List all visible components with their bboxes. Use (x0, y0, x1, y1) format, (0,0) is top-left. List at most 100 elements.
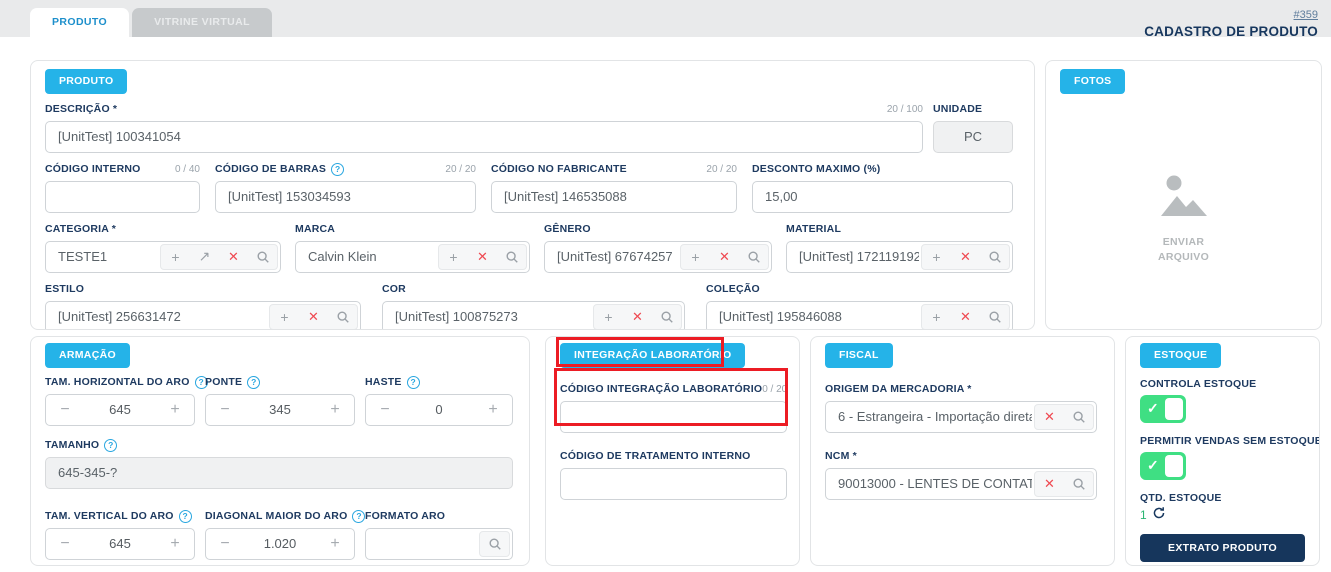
codigo-interno-input[interactable] (45, 181, 200, 213)
upload-dropzone[interactable]: ENVIAR ARQUIVO (1060, 172, 1307, 267)
search-icon[interactable] (739, 245, 768, 269)
clear-icon[interactable]: ✕ (1035, 405, 1064, 429)
search-icon[interactable] (480, 532, 509, 556)
search-icon[interactable] (980, 245, 1009, 269)
search-icon[interactable] (652, 305, 681, 329)
search-icon[interactable] (248, 245, 277, 269)
tam-horizontal-stepper[interactable]: − 645 + (45, 394, 195, 426)
controla-estoque-toggle[interactable]: ✓ (1140, 395, 1186, 423)
refresh-icon[interactable] (1152, 506, 1166, 525)
help-icon[interactable]: ? (179, 510, 192, 523)
genero-value[interactable]: [UnitTest] 67674257 (545, 249, 678, 264)
marca-combo[interactable]: Calvin Klein + ✕ (295, 241, 530, 273)
add-icon[interactable]: + (161, 245, 190, 269)
origem-mercadoria-value[interactable]: 6 - Estrangeira - Importação direta, s..… (826, 409, 1032, 424)
plus-icon[interactable]: + (474, 395, 512, 425)
colecao-value[interactable]: [UnitTest] 195846088 (707, 309, 919, 324)
ponte-stepper[interactable]: − 345 + (205, 394, 355, 426)
diagonal-value[interactable]: 1.020 (244, 529, 316, 559)
minus-icon[interactable]: − (46, 529, 84, 559)
cor-label: COR (382, 283, 406, 295)
categoria-value[interactable]: TESTE1 (46, 249, 158, 264)
clear-icon[interactable]: ✕ (951, 245, 980, 269)
codigo-fabricante-input[interactable] (491, 181, 737, 213)
clear-icon[interactable]: ✕ (468, 245, 497, 269)
minus-icon[interactable]: − (366, 395, 404, 425)
extrato-produto-button[interactable]: EXTRATO PRODUTO (1140, 534, 1305, 562)
help-icon[interactable]: ? (331, 163, 344, 176)
tam-vertical-value[interactable]: 645 (84, 529, 156, 559)
estilo-value[interactable]: [UnitTest] 256631472 (46, 309, 267, 324)
clear-icon[interactable]: ✕ (299, 305, 328, 329)
cor-combo[interactable]: [UnitTest] 100875273 + ✕ (382, 301, 685, 331)
tam-horizontal-value[interactable]: 645 (84, 395, 156, 425)
cor-value[interactable]: [UnitTest] 100875273 (383, 309, 591, 324)
panel-produto: PRODUTO DESCRIÇÃO * 20 / 100 UNIDADE CÓD… (30, 60, 1035, 330)
field-tam-horizontal: TAM. HORIZONTAL DO ARO? − 645 + (45, 375, 195, 426)
codigo-integracao-input[interactable] (560, 401, 787, 433)
search-icon[interactable] (328, 305, 357, 329)
field-codigo-barras: CÓDIGO DE BARRAS ? 20 / 20 (215, 162, 476, 213)
material-combo[interactable]: [UnitTest] 1721191922 + ✕ (786, 241, 1013, 273)
haste-value[interactable]: 0 (404, 395, 474, 425)
clear-icon[interactable]: ✕ (710, 245, 739, 269)
permitir-vendas-toggle[interactable]: ✓ (1140, 452, 1186, 480)
help-icon[interactable]: ? (352, 510, 365, 523)
clear-icon[interactable]: ✕ (219, 245, 248, 269)
formato-aro-combo[interactable] (365, 528, 513, 560)
codigo-barras-input[interactable] (215, 181, 476, 213)
help-icon[interactable]: ? (407, 376, 420, 389)
codigo-tratamento-input[interactable] (560, 468, 787, 500)
desconto-maximo-input[interactable] (752, 181, 1013, 213)
marca-value[interactable]: Calvin Klein (296, 249, 436, 264)
search-icon[interactable] (980, 305, 1009, 329)
search-icon[interactable] (1064, 472, 1093, 496)
help-icon[interactable]: ? (104, 439, 117, 452)
plus-icon[interactable]: + (156, 529, 194, 559)
minus-icon[interactable]: − (206, 395, 244, 425)
field-haste: HASTE? − 0 + (365, 375, 513, 426)
clear-icon[interactable]: ✕ (623, 305, 652, 329)
plus-icon[interactable]: + (156, 395, 194, 425)
haste-label: HASTE (365, 376, 402, 388)
minus-icon[interactable]: − (206, 529, 244, 559)
tam-vertical-stepper[interactable]: − 645 + (45, 528, 195, 560)
clear-icon[interactable]: ✕ (951, 305, 980, 329)
tab-produto[interactable]: PRODUTO (30, 8, 129, 37)
plus-icon[interactable]: + (316, 395, 354, 425)
add-icon[interactable]: + (922, 305, 951, 329)
origem-mercadoria-combo[interactable]: 6 - Estrangeira - Importação direta, s..… (825, 401, 1097, 433)
codigo-fabricante-label: CÓDIGO NO FABRICANTE (491, 163, 627, 175)
diagonal-label: DIAGONAL MAIOR DO ARO (205, 510, 347, 522)
field-tam-vertical: TAM. VERTICAL DO ARO? − 645 + (45, 509, 195, 560)
diagonal-stepper[interactable]: − 1.020 + (205, 528, 355, 560)
plus-icon[interactable]: + (316, 529, 354, 559)
genero-combo[interactable]: [UnitTest] 67674257 + ✕ (544, 241, 772, 273)
add-icon[interactable]: + (681, 245, 710, 269)
categoria-combo[interactable]: TESTE1 + ↗ ✕ (45, 241, 281, 273)
minus-icon[interactable]: − (46, 395, 84, 425)
estilo-combo[interactable]: [UnitTest] 256631472 + ✕ (45, 301, 361, 331)
descricao-input[interactable] (45, 121, 923, 153)
material-value[interactable]: [UnitTest] 1721191922 (787, 249, 919, 264)
add-icon[interactable]: + (439, 245, 468, 269)
search-icon[interactable] (497, 245, 526, 269)
clear-icon[interactable]: ✕ (1035, 472, 1064, 496)
haste-stepper[interactable]: − 0 + (365, 394, 513, 426)
open-link-icon[interactable]: ↗ (190, 245, 219, 269)
tab-vitrine-virtual[interactable]: VITRINE VIRTUAL (132, 8, 272, 37)
ncm-combo[interactable]: 90013000 - LENTES DE CONTATO ✕ (825, 468, 1097, 500)
unidade-input (933, 121, 1013, 153)
record-number-link[interactable]: #359 (1294, 9, 1318, 21)
add-icon[interactable]: + (922, 245, 951, 269)
colecao-combo[interactable]: [UnitTest] 195846088 + ✕ (706, 301, 1013, 331)
help-icon[interactable]: ? (247, 376, 260, 389)
search-icon[interactable] (1064, 405, 1093, 429)
add-icon[interactable]: + (594, 305, 623, 329)
ponte-value[interactable]: 345 (244, 395, 316, 425)
add-icon[interactable]: + (270, 305, 299, 329)
page-title: CADASTRO DE PRODUTO (1144, 24, 1318, 39)
codigo-barras-char-counter: 20 / 20 (445, 164, 476, 175)
ncm-value[interactable]: 90013000 - LENTES DE CONTATO (826, 476, 1032, 491)
codigo-integracao-char-counter: 0 / 20 (762, 384, 787, 395)
